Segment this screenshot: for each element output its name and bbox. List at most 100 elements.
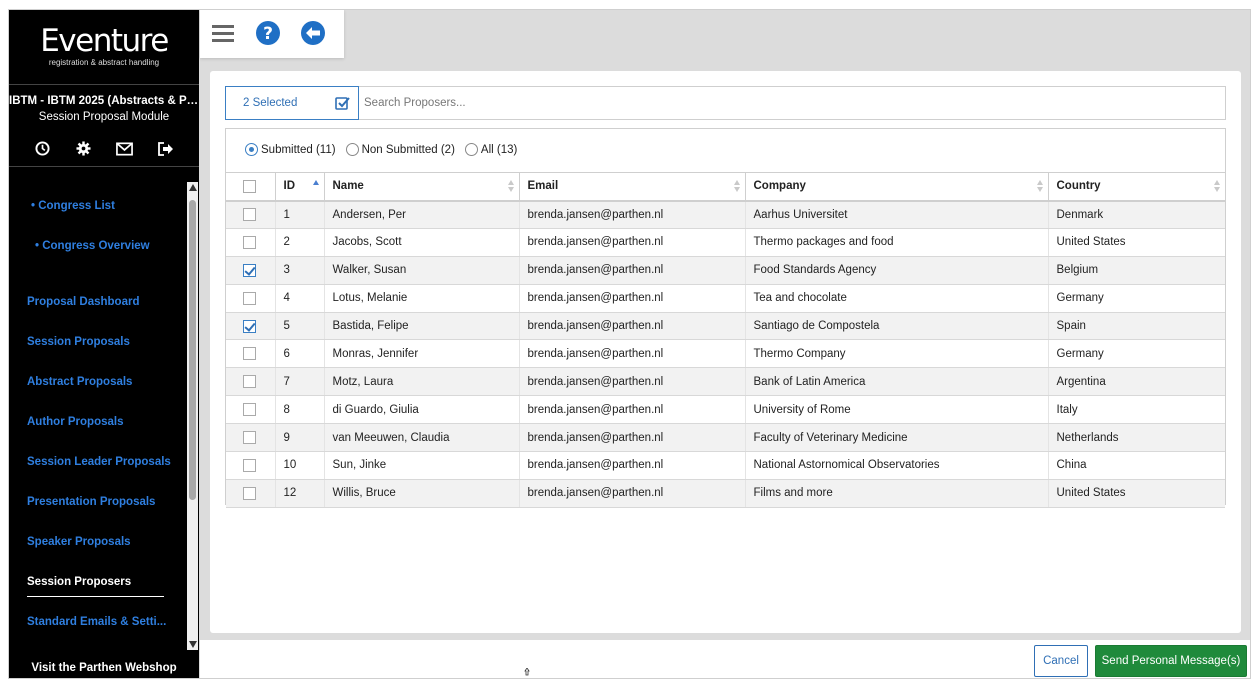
row-select-cell[interactable] — [226, 284, 276, 313]
table-row[interactable]: 7 Motz, Laura brenda.jansen@parthen.nl Bank… — [226, 367, 1225, 397]
table-row[interactable]: 6 Monras, Jennifer brenda.jansen@parthen.n… — [226, 339, 1225, 369]
row-checkbox[interactable] — [243, 486, 256, 500]
sidebar-item-abstract-proposals[interactable]: Abstract Proposals — [27, 376, 132, 388]
app-window: Eventure registration & abstract handlin… — [8, 9, 1251, 679]
logout-icon[interactable] — [157, 140, 174, 157]
row-checkbox[interactable] — [243, 263, 256, 277]
row-select-cell[interactable] — [226, 479, 276, 508]
column-header-email[interactable]: Email — [519, 172, 746, 202]
radio-unselected-icon[interactable] — [345, 143, 359, 156]
scroll-down-arrow-icon[interactable] — [189, 641, 197, 648]
action-footer: Cancel Send Personal Message(s) — [200, 640, 1250, 678]
help-button[interactable]: ? — [255, 10, 299, 58]
row-checkbox[interactable] — [243, 403, 256, 417]
top-toolbar: ? — [200, 10, 344, 58]
cell-name: Sun, Jinke — [324, 451, 520, 480]
sidebar: Eventure registration & abstract handlin… — [9, 10, 199, 678]
sidebar-item-congress-overview[interactable]: • Congress Overview — [35, 240, 150, 252]
table-row[interactable]: 9 van Meeuwen, Claudia brenda.jansen@parth… — [226, 423, 1225, 453]
column-header-country[interactable]: Country — [1048, 172, 1225, 202]
sidebar-scrollbar[interactable] — [187, 182, 198, 650]
clock-icon[interactable] — [34, 140, 51, 157]
cell-id: 1 — [275, 200, 325, 229]
sidebar-item-proposal-dashboard[interactable]: Proposal Dashboard — [27, 296, 139, 308]
cell-name: Lotus, Melanie — [324, 284, 520, 313]
row-checkbox[interactable] — [243, 291, 256, 305]
selected-count-toggle[interactable]: 2 Selected — [225, 86, 359, 120]
sidebar-item-session-proposals[interactable]: Session Proposals — [27, 336, 130, 348]
sidebar-item-author-proposals[interactable]: Author Proposals — [27, 416, 123, 428]
status-filter-group: Submitted (11) Non Submitted (2) All (13… — [245, 143, 517, 156]
cell-company: Aarhus Universitet — [745, 200, 1049, 229]
sidebar-item-congress-list[interactable]: • Congress List — [31, 200, 115, 212]
cell-country: Germany — [1048, 339, 1225, 369]
row-checkbox[interactable] — [243, 319, 256, 333]
row-select-cell[interactable] — [226, 395, 276, 425]
table-row[interactable]: 10 Sun, Jinke brenda.jansen@parthen.nl Nati… — [226, 451, 1225, 480]
table-row[interactable]: 2 Jacobs, Scott brenda.jansen@parthen.nl Th… — [226, 228, 1225, 257]
cell-name: di Guardo, Giulia — [324, 395, 520, 425]
sort-icon — [1214, 180, 1220, 194]
radio-unselected-icon[interactable] — [464, 143, 478, 156]
column-header-name[interactable]: Name — [324, 172, 520, 202]
send-personal-message-button[interactable]: Send Personal Message(s) — [1095, 645, 1247, 677]
row-select-cell[interactable] — [226, 228, 276, 257]
search-field[interactable] — [359, 86, 1226, 120]
cell-id: 8 — [275, 395, 325, 425]
row-select-cell[interactable] — [226, 423, 276, 453]
cancel-button[interactable]: Cancel — [1034, 645, 1088, 677]
cell-country: Argentina — [1048, 367, 1225, 397]
cell-company: Food Standards Agency — [745, 256, 1049, 285]
row-select-cell[interactable] — [226, 256, 276, 285]
scroll-up-arrow-icon[interactable] — [189, 184, 197, 191]
select-all-header[interactable] — [226, 172, 276, 202]
filter-all[interactable]: All (13) — [464, 143, 518, 156]
row-select-cell[interactable] — [226, 339, 276, 369]
row-checkbox[interactable] — [243, 235, 256, 249]
row-select-cell[interactable] — [226, 312, 276, 341]
sort-icon — [507, 180, 514, 194]
cell-email: brenda.jansen@parthen.nl — [519, 367, 746, 397]
cell-company: Santiago de Compostela — [745, 312, 1049, 341]
row-select-cell[interactable] — [226, 200, 276, 229]
sidebar-nav: • Congress List • Congress Overview Prop… — [9, 180, 187, 650]
sidebar-item-session-leader-proposals[interactable]: Session Leader Proposals — [27, 456, 171, 468]
table-body: 1 Andersen, Per brenda.jansen@parthen.nl Aa… — [226, 200, 1225, 508]
search-input[interactable] — [364, 97, 1225, 109]
table-row[interactable]: 8 di Guardo, Giulia brenda.jansen@parthen.… — [226, 395, 1225, 425]
scroll-thumb[interactable] — [189, 200, 196, 500]
row-checkbox[interactable] — [243, 375, 256, 389]
sidebar-item-presentation-proposals[interactable]: Presentation Proposals — [27, 496, 155, 508]
cell-name: Andersen, Per — [324, 200, 520, 229]
radio-selected-icon[interactable] — [245, 143, 258, 156]
select-all-checkbox[interactable] — [243, 179, 256, 193]
menu-button[interactable] — [211, 10, 255, 58]
filter-all-label: All (13) — [480, 143, 518, 156]
row-checkbox[interactable] — [243, 431, 256, 445]
mail-icon[interactable] — [116, 140, 133, 157]
table-row[interactable]: 12 Willis, Bruce brenda.jansen@parthen.nl F… — [226, 479, 1225, 508]
table-row[interactable]: 1 Andersen, Per brenda.jansen@parthen.nl Aa… — [226, 200, 1225, 229]
row-select-cell[interactable] — [226, 367, 276, 397]
table-row[interactable]: 4 Lotus, Melanie brenda.jansen@parthen.nl T… — [226, 284, 1225, 313]
sidebar-item-speaker-proposals[interactable]: Speaker Proposals — [27, 536, 131, 548]
filter-non-submitted[interactable]: Non Submitted (2) — [345, 143, 455, 156]
row-checkbox[interactable] — [243, 347, 256, 361]
table-row[interactable]: 3 Walker, Susan brenda.jansen@parthen.nl Fo… — [226, 256, 1225, 285]
table-row[interactable]: 5 Bastida, Felipe brenda.jansen@parthen.nl… — [226, 312, 1225, 341]
row-select-cell[interactable] — [226, 451, 276, 480]
congress-title: IBTM - IBTM 2025 (Abstracts & Par... — [9, 95, 199, 107]
gear-icon[interactable] — [75, 140, 92, 157]
sidebar-item-standard-emails[interactable]: Standard Emails & Setti... — [27, 616, 166, 628]
eventure-logo[interactable]: Eventure registration & abstract handlin… — [9, 25, 199, 67]
column-header-company[interactable]: Company — [745, 172, 1049, 202]
column-header-country-label: Country — [1056, 180, 1101, 193]
webshop-link[interactable]: Visit the Parthen Webshop — [9, 655, 199, 678]
sidebar-item-session-proposers[interactable]: Session Proposers — [27, 576, 131, 588]
row-checkbox[interactable] — [243, 208, 256, 222]
help-icon: ? — [255, 20, 281, 49]
row-checkbox[interactable] — [243, 458, 256, 472]
back-button[interactable] — [300, 10, 344, 58]
filter-submitted[interactable]: Submitted (11) — [245, 143, 336, 156]
column-header-id[interactable]: ID — [275, 172, 325, 202]
